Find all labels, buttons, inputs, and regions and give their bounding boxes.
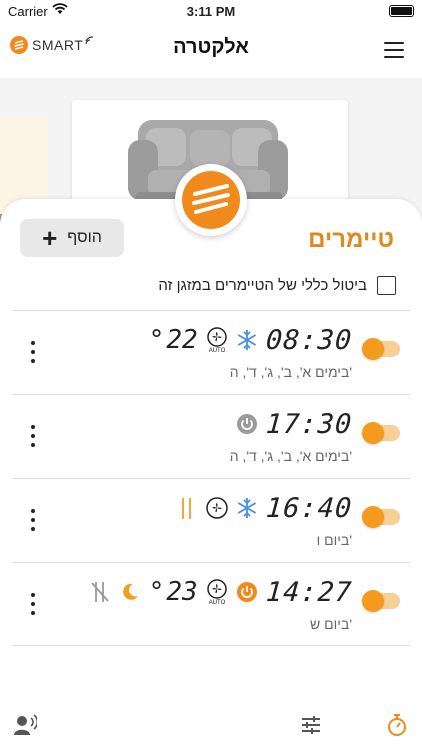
swing-off-icon [89,579,111,605]
swing-icon [176,495,198,521]
brand-logo-icon [182,171,240,229]
power-off-icon [236,411,258,437]
sliders-icon[interactable] [298,712,324,738]
timers-sheet: טיימרים + הוסף ביטול כללי של הטיימרים במ… [0,199,422,719]
power-on-icon [236,579,258,605]
svg-text:AUTO: AUTO [208,348,225,353]
more-options-icon[interactable] [30,509,36,531]
svg-text:AUTO: AUTO [208,600,225,605]
degree-symbol: ° [148,577,165,607]
moon-icon [119,579,141,605]
timer-time: 16:40 [264,492,354,524]
timer-toggle[interactable] [362,422,400,444]
timer-temperature: 22 [166,325,198,355]
fan-icon [205,495,228,521]
fan-auto-icon: AUTO [206,327,228,353]
timer-time: 14:27 [264,576,354,608]
timer-row[interactable]: 08:30 AUTO 22 ° בימים א', ב', ג', ד', ה' [12,310,410,394]
cancel-all-timers-checkbox[interactable] [377,276,396,295]
nav-bar: SMART אלקטרה [0,28,422,72]
cancel-all-timers-row[interactable]: ביטול כללי של הטיימרים במזגן זה [158,276,396,295]
degree-symbol: ° [148,325,165,355]
cancel-all-timers-label: ביטול כללי של הטיימרים במזגן זה [158,277,367,294]
timer-row[interactable]: 14:27 AUTO 23 ° ביום ש' [12,562,410,646]
battery-icon [389,5,414,17]
brand-emblem [175,164,247,236]
plus-icon: + [42,223,58,253]
page-title: אלקטרה [173,36,249,58]
fan-auto-icon: AUTO [206,579,228,605]
tab-bar [0,700,422,750]
more-options-icon[interactable] [30,341,36,363]
timer-toggle[interactable] [362,590,400,612]
hamburger-menu-icon[interactable] [384,42,404,58]
timer-time: 08:30 [264,324,354,356]
more-options-icon[interactable] [30,425,36,447]
timer-time: 17:30 [264,408,354,440]
status-bar: Carrier 3:11 PM [0,0,422,24]
timer-toggle[interactable] [362,338,400,360]
timer-days: בימים א', ב', ג', ד', ה' [229,448,352,464]
snowflake-icon [236,495,258,521]
timer-list: 08:30 AUTO 22 ° בימים א', ב', ג', ד', ה' [12,310,410,646]
timer-days: בימים א', ב', ג', ד', ה' [229,364,352,380]
timer-icon[interactable] [384,712,410,738]
timer-row[interactable]: 16:40 ביום ו' [12,478,410,562]
more-options-icon[interactable] [30,593,36,615]
add-timer-button[interactable]: + הוסף [20,219,124,257]
timer-temperature: 23 [166,577,198,607]
timer-toggle[interactable] [362,506,400,528]
voice-icon[interactable] [12,712,38,738]
snowflake-icon [236,327,258,353]
status-time: 3:11 PM [186,4,236,19]
timer-days: ביום ו' [316,532,352,548]
add-timer-label: הוסף [67,229,102,246]
timer-row[interactable]: 17:30 בימים א', ב', ג', ד', ה' [12,394,410,478]
timer-days: ביום ש' [310,616,352,632]
timers-title: טיימרים [308,226,394,253]
